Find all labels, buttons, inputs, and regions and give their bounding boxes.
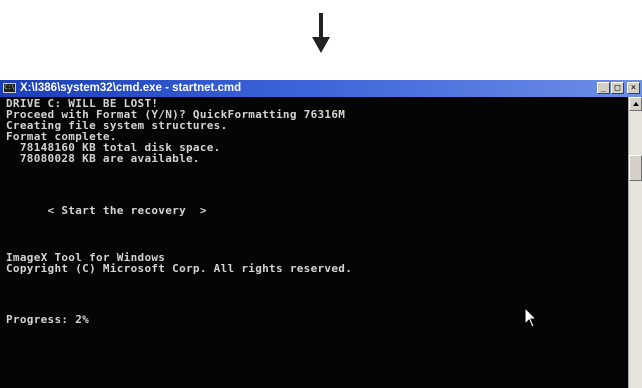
photo-frame: C:\ X:\I386\system32\cmd.exe - startnet.… — [0, 0, 642, 388]
mouse-pointer-icon — [524, 307, 538, 328]
recovery-banner: < Start the recovery > — [6, 204, 207, 217]
minimize-button[interactable]: _ — [597, 82, 610, 94]
progress-readout: Progress: 2% — [6, 313, 90, 326]
console-line: Copyright (C) Microsoft Corp. All rights… — [6, 262, 353, 275]
scroll-thumb[interactable] — [629, 155, 642, 181]
window-title: X:\I386\system32\cmd.exe - startnet.cmd — [20, 82, 242, 94]
vertical-scrollbar[interactable] — [628, 97, 642, 388]
maximize-button[interactable]: □ — [611, 82, 624, 94]
scroll-up-button[interactable] — [629, 97, 642, 111]
cmd-window: C:\ X:\I386\system32\cmd.exe - startnet.… — [0, 80, 642, 388]
console-line: 78080028 KB are available. — [6, 152, 200, 165]
cmd-icon: C:\ — [3, 83, 16, 93]
close-button[interactable]: × — [627, 82, 640, 94]
title-bar[interactable]: C:\ X:\I386\system32\cmd.exe - startnet.… — [0, 80, 642, 97]
console-output[interactable]: DRIVE C: WILL BE LOST! Proceed with Form… — [0, 97, 628, 388]
arrow-down-icon — [312, 13, 330, 53]
